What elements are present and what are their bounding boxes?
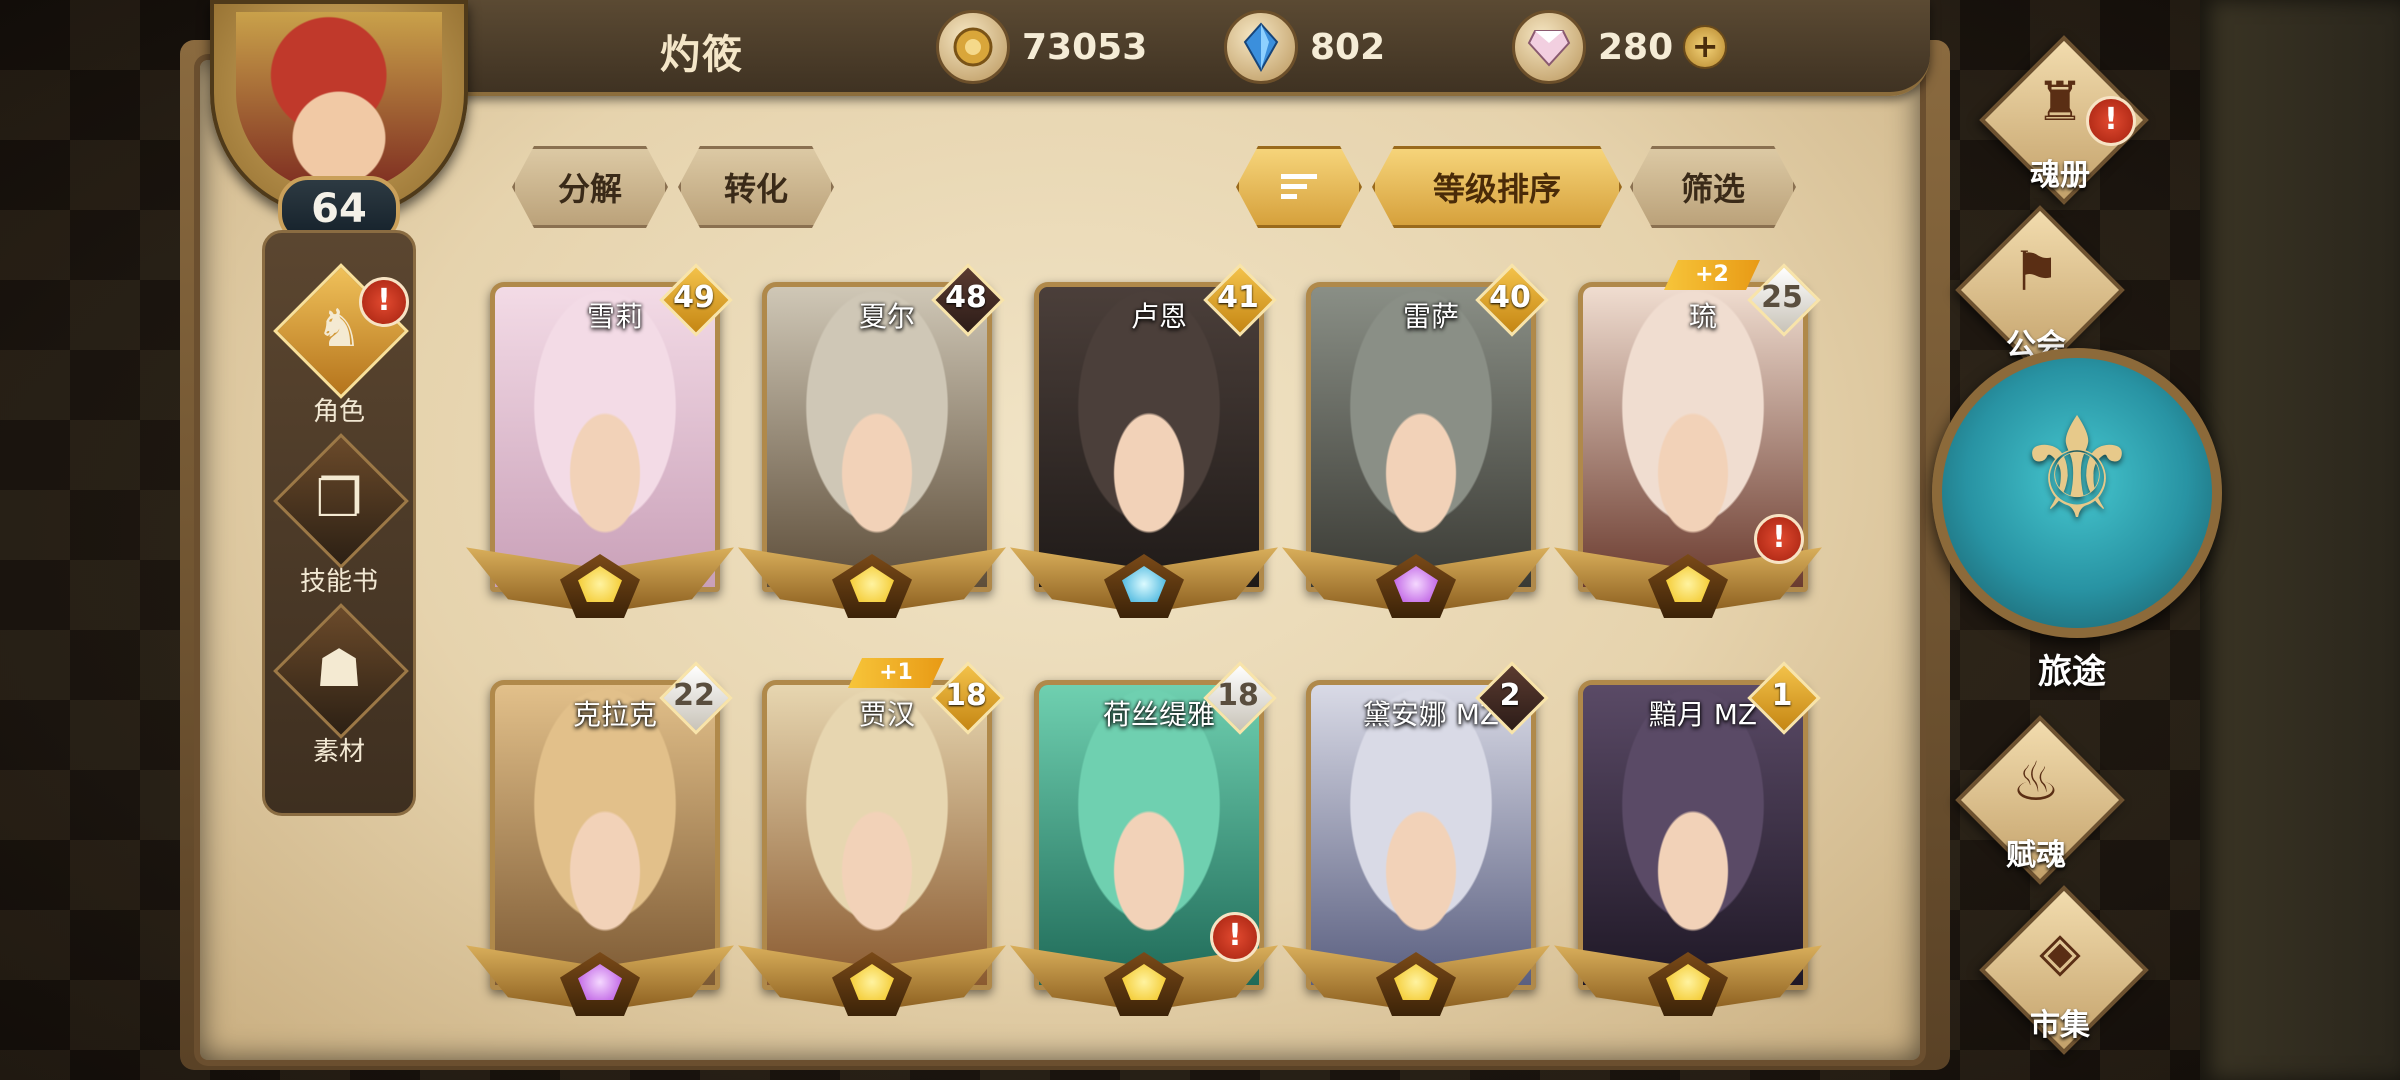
upgrade-tag: +1 (848, 658, 944, 688)
right-nav-soul-infuse[interactable]: ♨ 赋魂 (1936, 715, 2136, 890)
hero-level-badge: 48 (931, 263, 1005, 337)
right-nav-market[interactable]: ◈ 市集 (1960, 885, 2160, 1060)
guild-icon: ⚑ (2011, 240, 2061, 303)
hero-card[interactable]: 荷丝缇雅 18! (1010, 661, 1278, 1050)
sort-order-button[interactable] (1236, 146, 1362, 228)
hero-card[interactable]: 雪莉 49 (466, 263, 734, 652)
rank-wings (738, 938, 1006, 1028)
left-nav-character[interactable]: ♞ 角色 ! (265, 263, 413, 433)
right-nav-label: 赋魂 (2006, 838, 2066, 873)
alert-icon: ! (1754, 514, 1804, 564)
material-icon: ☗ (315, 639, 363, 699)
right-panel-bg (2200, 0, 2400, 1080)
hero-level: 18 (945, 678, 987, 713)
right-nav-label: 市集 (2030, 1008, 2090, 1043)
rank-wings (1010, 540, 1278, 630)
hero-level: 2 (1499, 678, 1521, 713)
gem-amount: 280 (1598, 26, 1674, 68)
gold-coin-icon (936, 10, 1010, 84)
crystal-amount: 802 (1310, 26, 1386, 68)
hero-card[interactable]: 琉 25 +2! (1554, 282, 1822, 652)
convert-button[interactable]: 转化 (678, 146, 834, 228)
hero-level-badge: 2 (1475, 661, 1549, 735)
hero-level-badge: 18 (1203, 661, 1277, 735)
rank-wings (466, 938, 734, 1028)
avatar-portrait (236, 12, 442, 192)
player-name: 灼筱 (660, 32, 744, 78)
hero-level: 41 (1217, 280, 1259, 315)
hero-card[interactable]: 夏尔 48 (738, 263, 1006, 652)
blue-crystal-icon (1224, 10, 1298, 84)
hero-card[interactable]: 贾汉 18 +1 (738, 680, 1006, 1050)
journey-button[interactable]: ⚜ 旅途 (1932, 348, 2222, 692)
hero-level-badge: 49 (659, 263, 733, 337)
hero-card[interactable]: 雷萨 40 (1282, 263, 1550, 652)
left-nav-label: 技能书 (299, 567, 378, 597)
soul-infuse-icon: ♨ (2011, 750, 2061, 813)
decompose-button[interactable]: 分解 (512, 146, 668, 228)
filter-button[interactable]: 筛选 (1630, 146, 1796, 228)
left-nav: ♞ 角色 ! ❐ 技能书 ☗ 素材 (262, 230, 416, 816)
rank-wings (738, 540, 1006, 630)
rank-wings (1554, 938, 1822, 1028)
skill-book-icon: ❐ (315, 469, 363, 529)
rank-wings (1282, 540, 1550, 630)
currency-crystal[interactable]: 802 (1224, 10, 1386, 84)
alert-icon: ! (2086, 96, 2136, 146)
sort-icon (1277, 170, 1321, 204)
left-nav-label: 素材 (312, 737, 365, 767)
add-gem-button[interactable]: + (1683, 25, 1728, 69)
player-avatar[interactable]: 64 (190, 0, 480, 244)
left-nav-material[interactable]: ☗ 素材 (265, 603, 413, 773)
journey-icon: ⚜ (2014, 388, 2140, 551)
currency-gold[interactable]: 73053 (936, 10, 1148, 84)
hero-level: 18 (1217, 678, 1259, 713)
hero-card[interactable]: 卢恩 41 (1010, 263, 1278, 652)
hero-card[interactable]: 黯月 MZ 1 (1554, 661, 1822, 1050)
hero-level: 49 (673, 280, 715, 315)
hero-level-badge: 41 (1203, 263, 1277, 337)
currency-gem[interactable]: 280 + (1512, 10, 1728, 84)
hero-level-badge: 25 (1747, 263, 1821, 337)
hero-level-badge: 22 (659, 661, 733, 735)
left-nav-label: 角色 (312, 397, 365, 427)
rank-wings (1282, 938, 1550, 1028)
hero-level: 22 (673, 678, 715, 713)
hero-card[interactable]: 克拉克 22 (466, 661, 734, 1050)
alert-icon: ! (359, 277, 409, 327)
hero-level-badge: 1 (1747, 661, 1821, 735)
left-nav-skill-book[interactable]: ❐ 技能书 (265, 433, 413, 603)
hero-level: 1 (1771, 678, 1793, 713)
hero-level-badge: 40 (1475, 263, 1549, 337)
sort-by-level-button[interactable]: 等级排序 (1372, 146, 1622, 228)
right-nav-soul-book[interactable]: ♜ 魂册 ! (1960, 35, 2160, 210)
market-icon: ◈ (2039, 920, 2081, 983)
hero-level-badge: 18 (931, 661, 1005, 735)
gold-amount: 73053 (1022, 26, 1148, 68)
upgrade-tag: +2 (1664, 260, 1760, 290)
hero-level: 40 (1489, 280, 1531, 315)
journey-label: 旅途 (2038, 652, 2106, 692)
alert-icon: ! (1210, 912, 1260, 962)
rank-wings (466, 540, 734, 630)
hero-level: 25 (1761, 280, 1803, 315)
hero-level: 48 (945, 280, 987, 315)
right-nav-label: 魂册 (2030, 158, 2090, 193)
hero-card[interactable]: 黛安娜 MZ 2 (1282, 661, 1550, 1050)
pink-gem-icon (1512, 10, 1586, 84)
